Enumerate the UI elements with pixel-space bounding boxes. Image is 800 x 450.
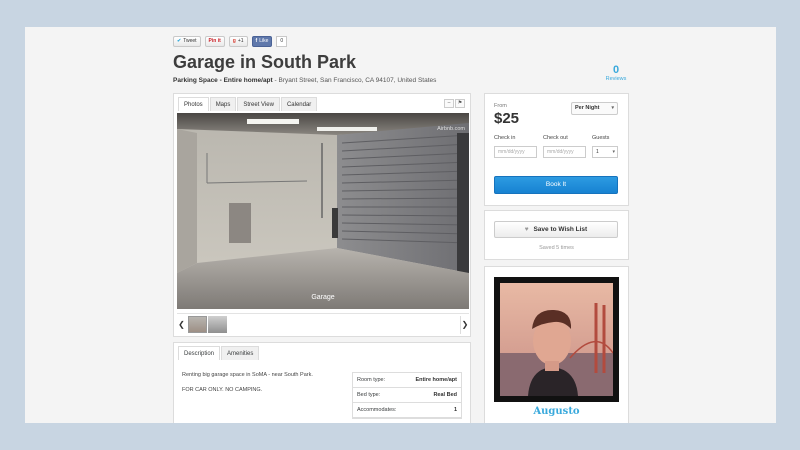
description-line: Renting big garage space in SoMA - near …	[182, 372, 313, 378]
twitter-icon: ✔	[177, 38, 182, 44]
photo-tabs: Photos Maps Street View Calendar	[178, 97, 318, 111]
booking-panel: From $25 Per Night ▾ Check in Check out …	[484, 93, 629, 206]
pin-button[interactable]: Pin it	[204, 36, 225, 47]
spec-label: Room type:	[357, 377, 386, 383]
book-it-button[interactable]: Book It	[494, 176, 618, 194]
guests-label: Guests	[592, 135, 610, 141]
price: $25	[494, 110, 520, 127]
spec-label: Bed type:	[357, 392, 381, 398]
garage-photo-image	[177, 113, 469, 309]
flag-icon[interactable]: ⚑	[455, 99, 465, 108]
gplus-icon: g	[232, 38, 236, 44]
tab-calendar[interactable]: Calendar	[280, 97, 318, 111]
saved-count: Saved 5 times	[539, 245, 574, 251]
photo-controls: – ⚑	[444, 99, 465, 108]
checkout-input[interactable]: mm/dd/yyyy	[543, 146, 586, 158]
social-bar: ✔ Tweet Pin it g +1 f Like 0	[173, 36, 288, 48]
spec-row: Accommodates: 1	[353, 403, 461, 418]
photo-caption: Garage	[311, 294, 335, 301]
from-label: From	[494, 103, 507, 109]
tab-photos[interactable]: Photos	[178, 97, 209, 111]
spec-value: Real Bed	[433, 392, 457, 398]
description-tabs: Description Amenities	[178, 346, 260, 360]
tab-amenities[interactable]: Amenities	[221, 346, 260, 360]
reviews-link[interactable]: 0 Reviews	[601, 64, 631, 82]
spec-row: Room type: Entire home/apt	[353, 373, 461, 388]
spec-row: Bed type: Real Bed	[353, 388, 461, 403]
specs-table: Room type: Entire home/apt Bed type: Rea…	[352, 372, 462, 419]
tab-maps[interactable]: Maps	[209, 97, 237, 111]
period-value: Per Night	[575, 105, 600, 111]
reviews-count: 0	[612, 64, 620, 76]
spec-value: Entire home/apt	[415, 377, 457, 383]
host-panel: Augusto	[484, 266, 629, 423]
spec-label: Accommodates:	[357, 407, 397, 413]
wishlist-label: Save to Wish List	[533, 226, 588, 233]
photo-panel: Photos Maps Street View Calendar – ⚑ Air…	[173, 93, 471, 337]
guests-value: 1	[596, 149, 599, 155]
listing-title: Garage in South Park	[173, 52, 357, 72]
host-name[interactable]: Augusto	[485, 406, 628, 417]
host-avatar[interactable]	[494, 277, 619, 402]
thumbnail[interactable]	[188, 316, 207, 333]
checkin-input[interactable]: mm/dd/yyyy	[494, 146, 537, 158]
photo-watermark: Airbnb.com	[437, 126, 465, 132]
description-text: Renting big garage space in SoMA - near …	[182, 371, 313, 401]
chevron-left-icon[interactable]: ❮	[177, 316, 186, 334]
tab-description[interactable]: Description	[178, 346, 221, 360]
heart-icon: ♥	[524, 226, 529, 233]
listing-address: - Bryant Street, San Francisco, CA 94107…	[274, 77, 437, 84]
gplus-button[interactable]: g +1	[228, 36, 248, 47]
description-panel: Description Amenities Renting big garage…	[173, 342, 471, 423]
minimize-icon[interactable]: –	[444, 99, 454, 108]
thumbnail-strip: ❮ ❯	[177, 313, 469, 334]
period-select[interactable]: Per Night ▾	[571, 102, 618, 115]
guests-select[interactable]: 1 ▾	[592, 146, 618, 158]
checkin-label: Check in	[494, 135, 516, 141]
listing-subtitle: Parking Space - Entire home/apt - Bryant…	[173, 77, 436, 84]
chevron-down-icon: ▾	[612, 149, 615, 155]
tweet-label: Tweet	[183, 38, 197, 44]
like-label: Like	[259, 38, 269, 44]
facebook-icon: f	[255, 38, 258, 44]
page: ✔ Tweet Pin it g +1 f Like 0 Garage in S…	[25, 27, 776, 423]
gplus-label: +1	[237, 38, 244, 44]
thumbnail[interactable]	[208, 316, 227, 333]
chevron-right-icon[interactable]: ❯	[460, 316, 469, 334]
spec-value: 1	[453, 407, 457, 413]
main-photo[interactable]: Airbnb.com Garage	[177, 113, 469, 309]
tweet-button[interactable]: ✔ Tweet	[173, 36, 201, 47]
pinterest-label: Pin it	[208, 38, 221, 44]
wishlist-panel: ♥ Save to Wish List Saved 5 times	[484, 210, 629, 260]
chevron-down-icon: ▾	[611, 105, 614, 111]
facebook-like-button[interactable]: f Like	[251, 36, 273, 47]
description-line: FOR CAR ONLY. NO CAMPING.	[182, 387, 263, 393]
reviews-label: Reviews	[605, 76, 627, 82]
like-count: 0	[276, 36, 288, 47]
host-photo-image	[500, 283, 613, 396]
tab-street-view[interactable]: Street View	[237, 97, 280, 111]
checkout-label: Check out	[543, 135, 568, 141]
listing-type: Parking Space - Entire home/apt	[173, 77, 273, 84]
save-to-wishlist-button[interactable]: ♥ Save to Wish List	[494, 221, 618, 238]
listing-container: ✔ Tweet Pin it g +1 f Like 0 Garage in S…	[173, 27, 629, 423]
